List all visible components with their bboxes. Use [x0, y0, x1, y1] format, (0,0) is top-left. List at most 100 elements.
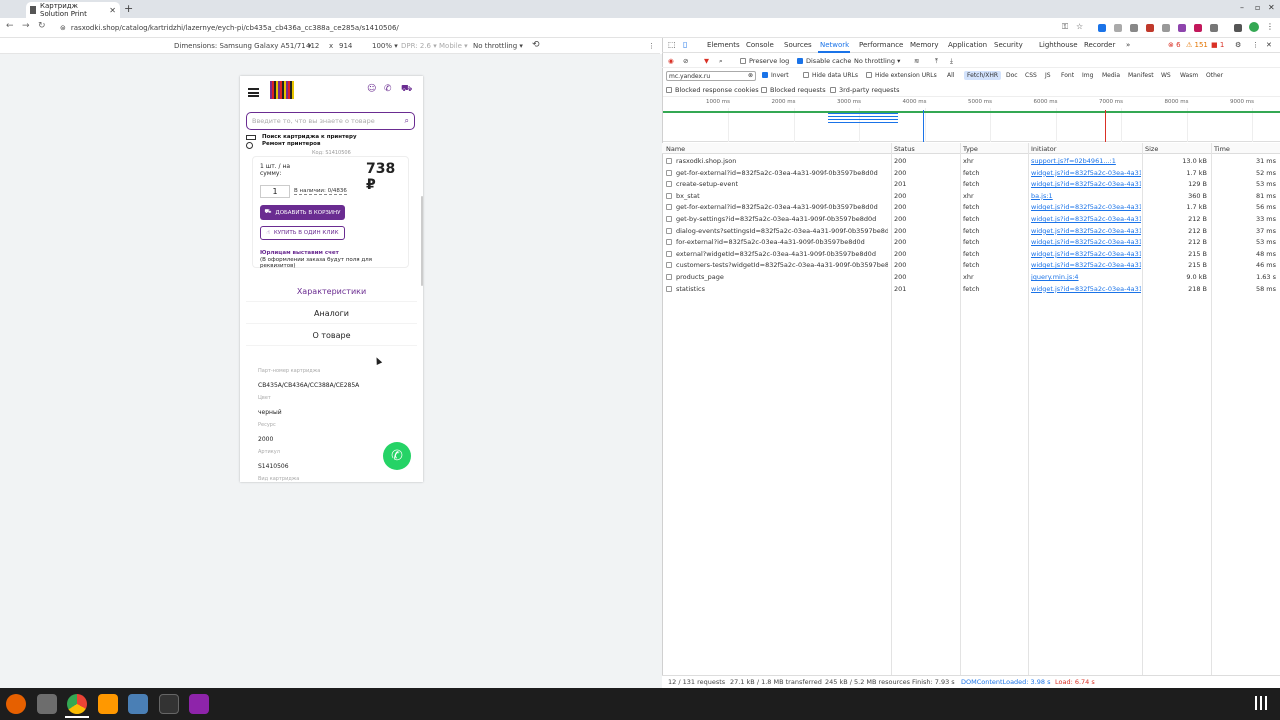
table-row[interactable]: for-external?id=832f5a2c-03ea-4a31-909f-… [666, 237, 888, 249]
wifi-icon[interactable]: ≋ [914, 57, 919, 65]
site-info-icon[interactable]: ⊜ [60, 24, 66, 32]
app-grid-icon[interactable] [1255, 696, 1269, 710]
clear-icon[interactable]: ⊘ [683, 57, 688, 65]
filter-wasm[interactable]: Wasm [1177, 71, 1201, 80]
extension-icon[interactable] [1146, 24, 1154, 32]
filter-input[interactable]: mc.yandex.ru [666, 71, 756, 81]
buy-one-click-button[interactable]: ☝ КУПИТЬ В ОДИН КЛИК [260, 226, 345, 240]
tab-about[interactable]: О товаре [246, 326, 417, 346]
tab-analogs[interactable]: Аналоги [246, 304, 417, 324]
blocked-cookies-checkbox[interactable]: Blocked response cookies [666, 86, 759, 94]
search-icon[interactable]: ⌕ [405, 116, 409, 126]
site-logo[interactable] [270, 81, 294, 99]
zoom-select[interactable]: 100% ▾ [372, 42, 398, 50]
tab-sources[interactable]: Sources [784, 41, 812, 49]
row-initiator-link[interactable]: widget.js?id=832f5a2c-03ea-4a31-909 [1031, 249, 1141, 261]
files-icon[interactable] [37, 694, 57, 714]
table-row[interactable]: dialog-events?settingsId=832f5a2c-03ea-4… [666, 226, 888, 238]
col-initiator[interactable]: Initiator [1031, 145, 1056, 153]
page-scrollbar[interactable] [421, 196, 423, 286]
tab-recorder[interactable]: Recorder [1084, 41, 1115, 49]
devtools-menu-icon[interactable]: ⋮ [1252, 41, 1259, 49]
col-name[interactable]: Name [666, 145, 685, 153]
tab-elements[interactable]: Elements [707, 41, 740, 49]
device-toggle-icon[interactable]: ▯ [683, 40, 687, 49]
table-row[interactable]: create-setup-event [666, 179, 888, 191]
search-icon[interactable]: ⌕ [719, 57, 723, 66]
row-initiator-link[interactable]: support.js?f=02b4961...:1 [1031, 156, 1141, 168]
back-icon[interactable]: ← [6, 21, 14, 31]
device-select[interactable]: Dimensions: Samsung Galaxy A51/71 ▾ [174, 42, 311, 50]
filter-icon[interactable]: ▼ [704, 57, 709, 65]
extension-icon[interactable] [1098, 24, 1106, 32]
filter-img[interactable]: Img [1079, 71, 1096, 80]
filter-fetch-xhr[interactable]: Fetch/XHR [964, 71, 1002, 80]
filter-manifest[interactable]: Manifest [1125, 71, 1157, 80]
filter-css[interactable]: CSS [1022, 71, 1040, 80]
tab-specs[interactable]: Характеристики [246, 282, 417, 302]
filter-ws[interactable]: WS [1158, 71, 1174, 80]
table-row[interactable]: get-by-settings?id=832f5a2c-03ea-4a31-90… [666, 214, 888, 226]
row-initiator-link[interactable]: widget.js?id=832f5a2c-03ea-4a31-909 [1031, 214, 1141, 226]
quantity-stepper[interactable]: 1 [260, 185, 290, 198]
row-initiator-link[interactable]: widget.js?id=832f5a2c-03ea-4a31-909 [1031, 202, 1141, 214]
firefox-icon[interactable] [6, 694, 26, 714]
menu-kebab-icon[interactable]: ⋮ [1266, 22, 1274, 31]
settings-gear-icon[interactable]: ⚙ [1235, 41, 1241, 49]
throttle-select[interactable]: No throttling ▾ [473, 42, 523, 50]
preserve-log-checkbox[interactable]: Preserve log [740, 57, 789, 65]
terminal-icon[interactable] [159, 694, 179, 714]
tab-memory[interactable]: Memory [910, 41, 938, 49]
rotate-icon[interactable]: ⟲ [532, 40, 540, 50]
table-row[interactable]: rasxodki.shop.json [666, 156, 888, 168]
chrome-icon[interactable] [67, 694, 87, 714]
extension-icon[interactable] [1194, 24, 1202, 32]
table-row[interactable]: statistics [666, 284, 888, 296]
row-initiator-link[interactable]: widget.js?id=832f5a2c-03ea-4a31-909 [1031, 237, 1141, 249]
row-initiator-link[interactable]: widget.js?id=832f5a2c-03ea-4a31-909 [1031, 260, 1141, 272]
browser-tab[interactable]: Картридж Solution Print ✕ [26, 2, 120, 18]
extensions-puzzle-icon[interactable] [1210, 24, 1218, 32]
col-time[interactable]: Time [1214, 145, 1230, 153]
width-input[interactable]: 412 [306, 42, 319, 50]
table-row[interactable]: get-for-external?id=832f5a2c-03ea-4a31-9… [666, 202, 888, 214]
tab-application[interactable]: Application [948, 41, 987, 49]
extension-icon[interactable] [1162, 24, 1170, 32]
phpstorm-icon[interactable] [189, 694, 209, 714]
extension-icon[interactable] [1130, 24, 1138, 32]
row-initiator-link[interactable]: jquery.min.js:4 [1031, 272, 1141, 284]
profile-avatar[interactable] [1249, 22, 1259, 32]
table-row[interactable]: external?widgetId=832f5a2c-03ea-4a31-909… [666, 249, 888, 261]
row-initiator-link[interactable]: widget.js?id=832f5a2c-03ea-4a31-909 [1031, 226, 1141, 238]
table-row[interactable]: bx_stat [666, 191, 888, 203]
invert-checkbox[interactable]: Invert [762, 72, 789, 79]
filter-js[interactable]: JS [1042, 71, 1054, 80]
filter-font[interactable]: Font [1058, 71, 1077, 80]
phone-icon[interactable]: ✆ [384, 84, 392, 94]
network-throttle-select[interactable]: No throttling ▾ [854, 57, 900, 65]
more-tabs-icon[interactable]: » [1126, 41, 1130, 49]
row-initiator-link[interactable]: widget.js?id=832f5a2c-03ea-4a31-909 [1031, 284, 1141, 296]
filter-clear-icon[interactable]: ⊗ [748, 72, 753, 79]
issue-count[interactable]: ■ 1 [1211, 41, 1224, 49]
inspect-icon[interactable]: ⬚ [668, 40, 676, 49]
forward-icon[interactable]: → [22, 21, 30, 31]
col-type[interactable]: Type [963, 145, 978, 153]
devtools-close-icon[interactable]: ✕ [1266, 41, 1272, 49]
disable-cache-checkbox[interactable]: Disable cache [797, 57, 851, 65]
mobile-select[interactable]: Mobile ▾ [439, 42, 468, 50]
table-row[interactable]: get-for-external?id=832f5a2c-03ea-4a31-9… [666, 168, 888, 180]
search-input[interactable]: Введите то, что вы знаете о товаре ⌕ [246, 112, 415, 130]
tab-network[interactable]: Network [820, 41, 849, 49]
row-initiator-link[interactable]: widget.js?id=832f5a2c-03ea-4a31-909 [1031, 168, 1141, 180]
error-count[interactable]: ⊗ 6 [1168, 41, 1181, 49]
hamburger-menu-icon[interactable] [248, 88, 259, 97]
table-row[interactable]: customers-tests?widgetId=832f5a2c-03ea-4… [666, 260, 888, 272]
filter-all[interactable]: All [944, 71, 957, 80]
col-status[interactable]: Status [894, 145, 915, 153]
new-tab-icon[interactable]: + [124, 2, 133, 15]
table-row[interactable]: products_page [666, 272, 888, 284]
key-icon[interactable]: ⚿ [1062, 22, 1068, 32]
star-icon[interactable]: ☆ [1076, 22, 1083, 31]
filter-media[interactable]: Media [1099, 71, 1123, 80]
